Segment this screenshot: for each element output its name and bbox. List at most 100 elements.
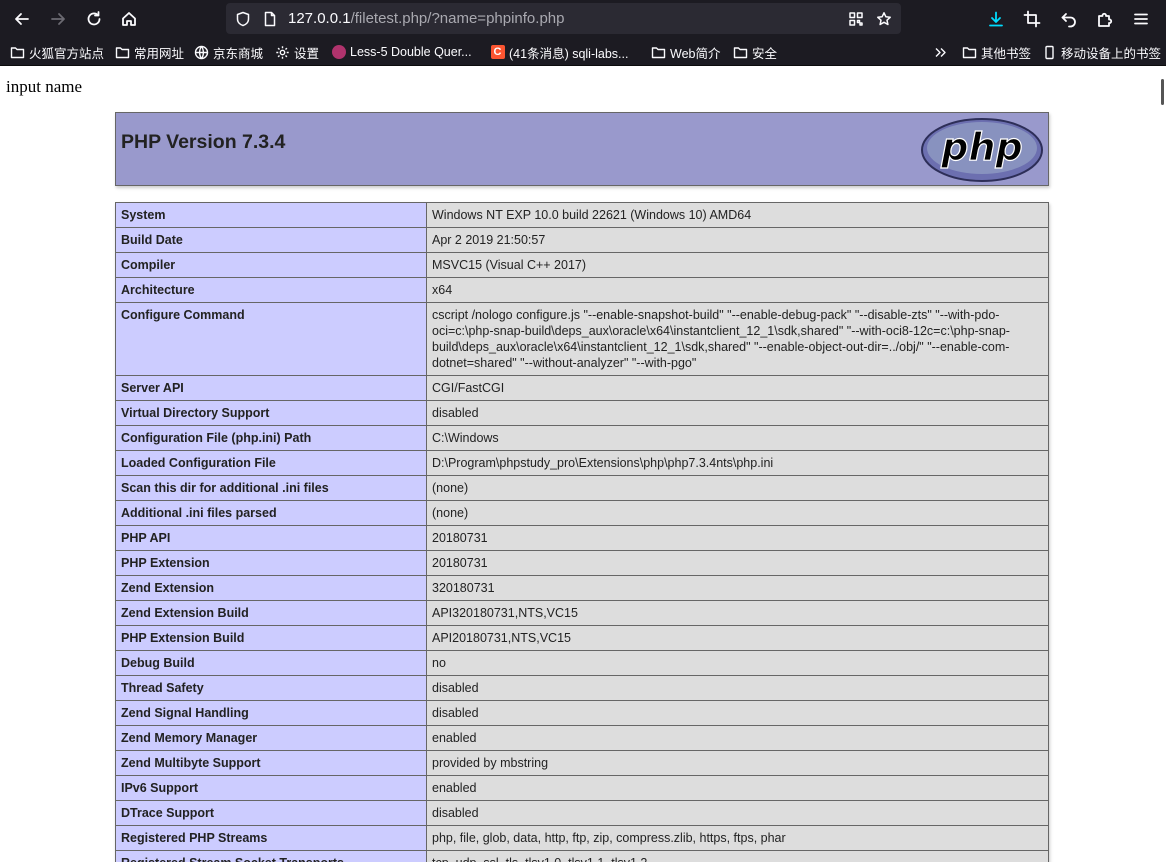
table-row: Registered PHP Streams php, file, glob, d… (115, 825, 1049, 851)
bookmark-item[interactable]: 设置 (275, 43, 319, 61)
row-key: Debug Build (115, 650, 427, 676)
table-row: Registered Stream Socket Transportstcp, … (115, 850, 1049, 862)
intro-text: input name (6, 77, 83, 96)
row-value: MSVC15 (Visual C++ 2017) (426, 252, 1049, 278)
row-key: Server API (115, 375, 427, 401)
table-row: Thread Safety disabled (115, 675, 1049, 701)
bookmark-label: 安全 (752, 46, 778, 61)
table-row: Loaded Configuration File D:\Program\phps… (115, 450, 1049, 476)
table-row: DTrace Support disabled (115, 800, 1049, 826)
row-key: PHP Extension (115, 550, 427, 576)
back-arrow-icon[interactable] (9, 6, 35, 32)
url-path: /filetest.php/?name=phpinfo.php (350, 10, 565, 27)
row-key: PHP Extension Build (115, 625, 427, 651)
row-key: Loaded Configuration File (115, 450, 427, 476)
row-value: API20180731,NTS,VC15 (426, 625, 1049, 651)
url-bar[interactable]: 127.0.0.1/filetest.php/?name=phpinfo.php (226, 3, 901, 34)
bookmark-label: 常用网址 (134, 46, 185, 61)
table-row: Configuration File (php.ini) Path C:\Wind… (115, 425, 1049, 451)
row-key: Zend Extension (115, 575, 427, 601)
bookmark-label: 其他书签 (981, 46, 1032, 61)
overflow-chevron-icon[interactable] (933, 43, 952, 61)
reload-icon[interactable] (81, 6, 107, 32)
bookmark-item[interactable]: 移动设备上的书签 (1042, 43, 1161, 61)
row-value: x64 (426, 277, 1049, 303)
row-key: Registered PHP Streams (115, 825, 427, 851)
extensions-icon[interactable] (1092, 6, 1118, 32)
bookmark-label: (41条消息) sqli-labs... (509, 46, 629, 61)
url-host: 127.0.0.1 (288, 10, 351, 27)
table-row: Additional .ini files parsed (none) (115, 500, 1049, 526)
table-row: PHP Extension 20180731 (115, 550, 1049, 576)
table-row: Virtual Directory Support disabled (115, 400, 1049, 426)
bookmark-item[interactable]: 常用网址 (115, 43, 184, 61)
php-logo-text: php (940, 125, 1022, 169)
bookmark-item[interactable]: Web简介 (651, 43, 720, 61)
php-logo-icon[interactable]: php (920, 117, 1044, 183)
row-value: Apr 2 2019 21:50:57 (426, 227, 1049, 253)
bookmark-item[interactable]: Less-5 Double Quer... (331, 43, 472, 61)
menu-icon[interactable] (1128, 6, 1154, 32)
row-value: API320180731,NTS,VC15 (426, 600, 1049, 626)
row-value: disabled (426, 675, 1049, 701)
scrollbar-thumb[interactable] (1161, 79, 1164, 105)
shield-icon[interactable] (234, 10, 251, 27)
mobile-icon (1042, 45, 1057, 60)
row-value: php, file, glob, data, http, ftp, zip, c… (426, 825, 1049, 851)
page-title: PHP Version 7.3.4 (121, 131, 286, 153)
row-value: D:\Program\phpstudy_pro\Extensions\php\p… (426, 450, 1049, 476)
download-icon[interactable] (983, 6, 1009, 32)
row-key: PHP API (115, 525, 427, 551)
site-favicon-icon (331, 45, 346, 60)
table-row: Compiler MSVC15 (Visual C++ 2017) (115, 252, 1049, 278)
row-value: 320180731 (426, 575, 1049, 601)
row-key: DTrace Support (115, 800, 427, 826)
bookmark-label: Less-5 Double Quer... (350, 45, 472, 59)
globe-icon (194, 45, 209, 60)
browser-toolbar: 127.0.0.1/filetest.php/?name=phpinfo.php (0, 0, 1166, 38)
folder-icon (115, 45, 130, 60)
bookmark-star-icon[interactable] (875, 10, 892, 27)
row-value: tcp, udp, ssl, tls, tlsv1.0, tlsv1.1, tl… (426, 850, 1049, 862)
row-value: (none) (426, 500, 1049, 526)
table-row: IPv6 Support enabled (115, 775, 1049, 801)
page-icon[interactable] (261, 10, 278, 27)
bookmarks-bar: 火狐官方站点 常用网址 京东商城 设置 Less-5 Double Quer..… (0, 38, 1166, 66)
row-key: Zend Extension Build (115, 600, 427, 626)
crop-screenshot-icon[interactable] (1019, 6, 1045, 32)
table-row: PHP Extension Build API20180731,NTS,VC15 (115, 625, 1049, 651)
csdn-favicon-icon: C (490, 45, 505, 60)
bookmark-item[interactable]: 安全 (733, 43, 777, 61)
bookmark-label: Web简介 (670, 46, 721, 61)
home-icon[interactable] (116, 6, 142, 32)
table-row: Zend Multibyte Support provided by mbstri… (115, 750, 1049, 776)
php-info-table: System Windows NT EXP 10.0 build 22621 (W… (115, 202, 1049, 862)
bookmark-label: 设置 (294, 46, 320, 61)
bookmark-item[interactable]: 火狐官方站点 (10, 43, 104, 61)
row-key: Architecture (115, 277, 427, 303)
row-value: no (426, 650, 1049, 676)
bookmark-item[interactable]: C (41条消息) sqli-labs... (490, 43, 628, 61)
row-key: IPv6 Support (115, 775, 427, 801)
row-value: disabled (426, 400, 1049, 426)
php-version-header: PHP Version 7.3.4 php (115, 112, 1049, 186)
table-row: Debug Build no (115, 650, 1049, 676)
page-content: input name PHP Version 7.3.4 php System W… (0, 67, 1166, 862)
row-key: Configure Command (115, 302, 427, 376)
folder-icon (962, 45, 977, 60)
gear-icon (275, 45, 290, 60)
row-key: Zend Signal Handling (115, 700, 427, 726)
qr-code-icon[interactable] (847, 10, 864, 27)
forward-arrow-icon[interactable] (45, 6, 71, 32)
row-key: Additional .ini files parsed (115, 500, 427, 526)
bookmark-label: 移动设备上的书签 (1061, 46, 1162, 61)
bookmark-item[interactable]: 其他书签 (962, 43, 1031, 61)
undo-icon[interactable] (1056, 6, 1082, 32)
row-value: CGI/FastCGI (426, 375, 1049, 401)
row-value: disabled (426, 800, 1049, 826)
table-row: System Windows NT EXP 10.0 build 22621 (W… (115, 202, 1049, 228)
url-text[interactable]: 127.0.0.1/filetest.php/?name=phpinfo.php (288, 10, 564, 27)
row-value: (none) (426, 475, 1049, 501)
bookmark-item[interactable]: 京东商城 (194, 43, 263, 61)
row-key: Configuration File (php.ini) Path (115, 425, 427, 451)
